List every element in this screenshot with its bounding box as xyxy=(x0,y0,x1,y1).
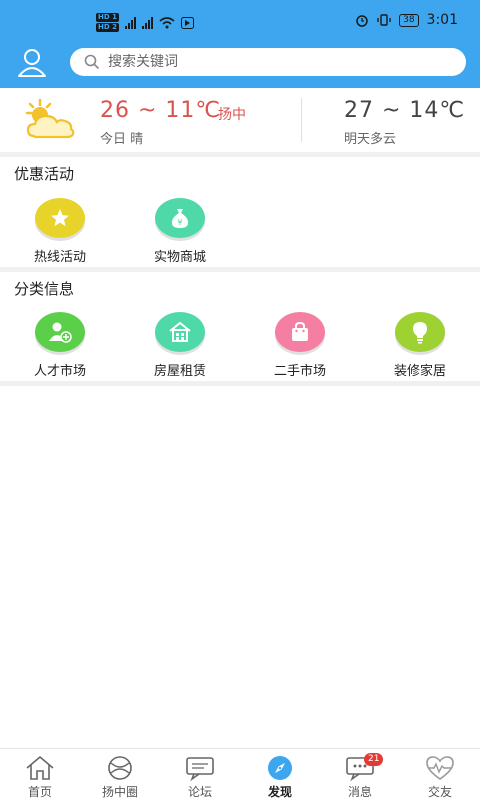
hd-icon: HD 1 HD 2 xyxy=(96,13,119,32)
signal-icon-2 xyxy=(141,16,153,29)
category-item-rental[interactable]: 房屋租赁 xyxy=(130,312,230,379)
network-indicators: HD 1 HD 2 xyxy=(96,12,194,33)
search-icon xyxy=(84,54,100,70)
promo-item-mall[interactable]: ¥ 实物商城 xyxy=(130,198,230,265)
tab-discover[interactable]: 发现 xyxy=(240,749,320,801)
tab-dating[interactable]: 交友 xyxy=(400,749,480,801)
bottom-tab-bar: 首页 扬中圈 论坛 发现 21 消息 交友 xyxy=(0,748,480,801)
battery-icon: 38 xyxy=(399,13,419,27)
sun-cloud-icon xyxy=(22,98,78,146)
tomorrow-temperature: 27 ~ 14℃ xyxy=(344,98,466,123)
tab-messages[interactable]: 21 消息 xyxy=(320,749,400,801)
promo-item-hotline[interactable]: 热线活动 xyxy=(10,198,110,265)
weather-divider xyxy=(301,98,302,142)
tab-circle[interactable]: 扬中圈 xyxy=(80,749,160,801)
promotions-title: 优惠活动 xyxy=(14,165,75,183)
svg-text:¥: ¥ xyxy=(177,218,182,227)
signal-icon xyxy=(124,16,136,29)
heart-icon xyxy=(426,756,454,780)
today-description: 今日 晴 xyxy=(100,132,144,147)
tab-forum[interactable]: 论坛 xyxy=(160,749,240,801)
tomorrow-description: 明天多云 xyxy=(344,132,397,147)
unread-badge: 21 xyxy=(364,753,384,766)
user-add-icon xyxy=(35,312,85,352)
city-name: 扬中 xyxy=(218,107,246,123)
circle-icon xyxy=(108,756,132,780)
section-divider xyxy=(0,152,480,157)
compass-icon xyxy=(268,756,292,780)
bag-icon xyxy=(275,312,325,352)
categories-title: 分类信息 xyxy=(14,280,75,298)
system-indicators: 38 3:01 xyxy=(355,12,458,28)
user-icon xyxy=(18,49,46,77)
category-item-jobs[interactable]: 人才市场 xyxy=(10,312,110,379)
search-input[interactable] xyxy=(106,53,430,71)
lightbulb-icon xyxy=(395,312,445,352)
category-item-secondhand[interactable]: 二手市场 xyxy=(250,312,350,379)
house-icon xyxy=(155,312,205,352)
section-divider xyxy=(0,267,480,272)
user-profile-button[interactable] xyxy=(14,46,50,80)
money-bag-icon: ¥ xyxy=(155,198,205,238)
chat-icon xyxy=(186,757,214,781)
alarm-icon xyxy=(356,15,368,27)
app-notification-icon xyxy=(180,16,194,29)
today-temperature: 26 ~ 11℃ xyxy=(100,98,222,123)
tab-home[interactable]: 首页 xyxy=(0,749,80,801)
star-icon xyxy=(35,198,85,238)
section-divider xyxy=(0,381,480,386)
wifi-icon xyxy=(159,16,175,28)
vibrate-icon xyxy=(377,14,391,26)
search-bar[interactable] xyxy=(70,48,466,76)
category-item-decoration[interactable]: 装修家居 xyxy=(370,312,470,379)
app-header: HD 1 HD 2 38 3:01 xyxy=(0,0,480,88)
home-icon xyxy=(26,755,54,780)
clock: 3:01 xyxy=(426,12,458,28)
status-bar: HD 1 HD 2 38 3:01 xyxy=(0,0,480,44)
